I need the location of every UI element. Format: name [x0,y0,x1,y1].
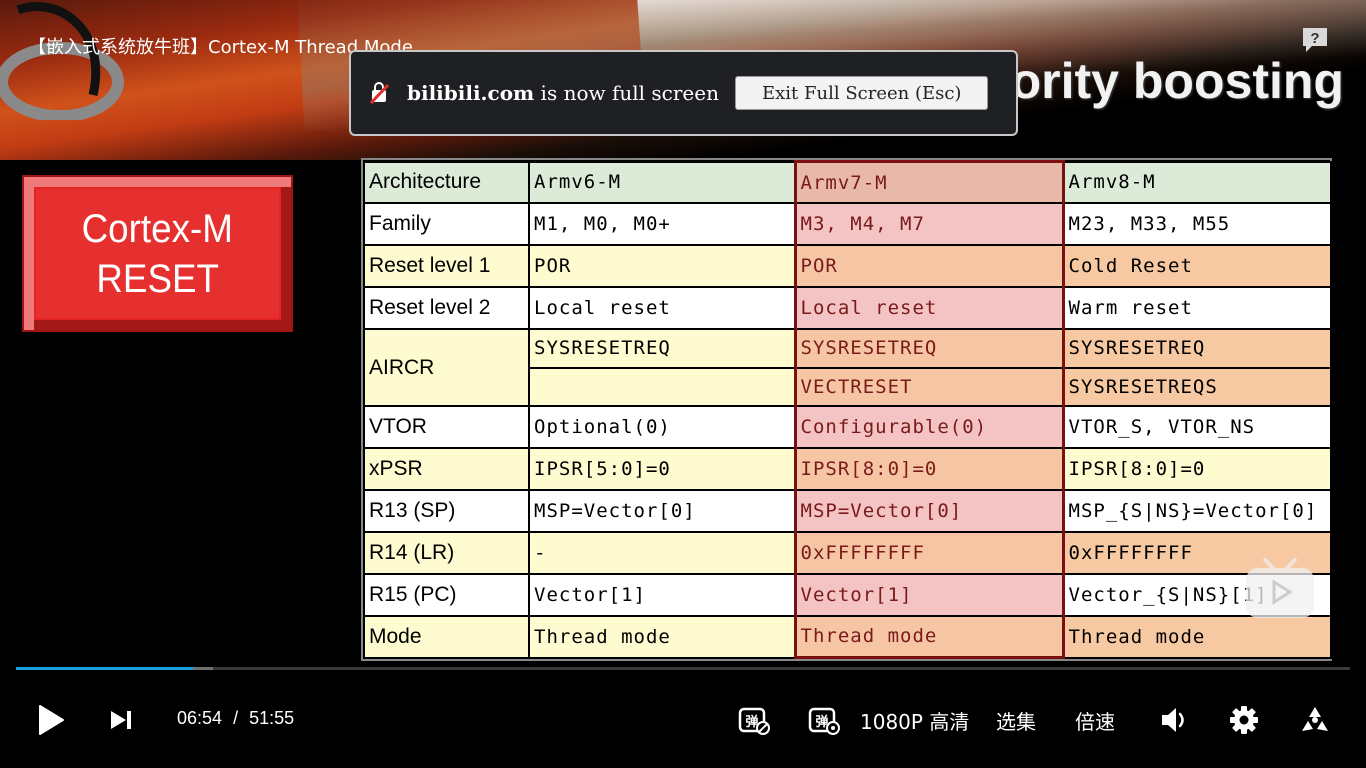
bilibili-tv-icon [1246,558,1314,618]
table-cell: VTOR_S, VTOR_NS [1062,405,1332,450]
table-cell: M3, M4, M7 [793,202,1065,247]
fullscreen-exit-notice-icon [369,82,390,104]
exit-fullscreen-button[interactable]: Exit Full Screen (Esc) [735,76,989,110]
fullscreen-button[interactable] [1298,704,1332,736]
table-row: Family M1, M0, M0+ M3, M4, M7 M23, M33, M55 [363,202,1332,247]
row-label: R14 (LR) [363,530,530,575]
row-label: Family [363,202,530,247]
row-label: Reset level 1 [363,244,530,289]
svg-text:?: ? [1310,30,1319,47]
table-cell: MSP=Vector[0] [793,488,1065,533]
table-cell: IPSR[8:0]=0 [793,447,1065,491]
table-row: R14 (LR) -0xFFFFFFFF 0xFFFFFFFF [363,530,1332,575]
table-cell: Armv7-M [793,160,1065,205]
play-icon [39,705,64,735]
help-icon[interactable]: ? [1300,26,1330,54]
comparison-table: Architecture Armv6-M Armv7-M Armv8-M Family M… [361,158,1332,661]
fullscreen-icon [1302,707,1328,731]
volume-button[interactable] [1158,704,1190,736]
table-cell: Local reset [793,286,1065,330]
table-cell: Thread mode [793,614,1065,659]
table-row: R15 (PC) Vector[1] Vector[1] Vector_{S|NS}[… [363,572,1332,617]
danmaku-toggle-button[interactable]: 弹 [736,703,772,737]
table-cell: Vector[1] [793,572,1065,617]
row-label: R15 (PC) [363,572,530,617]
table-cell: POR [793,244,1065,289]
danmaku-toggle-icon: 弹 [738,707,770,735]
duration: 51:55 [249,708,295,728]
table-cell: 0xFFFFFFFF [793,530,1065,575]
reset-line-2: RESET [96,256,219,301]
quality-selector[interactable]: 1080P 高清 [860,706,969,735]
table-cell: Vector[1] [528,572,796,617]
player-controls: 06:54 / 51:55 弹 弹 1080P 高清 选集 倍速 [0,670,1366,768]
play-button[interactable] [36,702,66,738]
reset-button-graphic: Cortex-M RESET [22,175,293,332]
table-row: Architecture Armv6-M Armv7-M Armv8-M [363,160,1332,205]
table-row: AIRCR SYSRESETREQ SYSRESETREQ SYSRESETREQ [363,327,1332,408]
next-button[interactable] [108,708,134,732]
settings-icon [1230,706,1258,734]
table-cell: Warm reset [1062,286,1332,330]
row-label: VTOR [363,405,530,450]
next-icon [111,711,131,729]
table-cell [528,366,796,408]
table-row: R13 (SP) MSP=Vector[0] MSP=Vector[0] MSP_{S… [363,488,1332,533]
current-time: 06:54 [177,708,223,728]
row-label: xPSR [363,447,530,491]
row-label: AIRCR [363,327,530,408]
table-cell: Thread mode [528,614,796,659]
table-row: Reset level 2 Local reset Local reset Warm … [363,286,1332,330]
table-row: Reset level 1 POR POR Cold Reset [363,244,1332,289]
table-cell: IPSR[8:0]=0 [1062,447,1332,491]
table-cell: Armv8-M [1062,160,1332,205]
row-label: Mode [363,614,530,659]
volume-icon [1162,708,1184,732]
episodes-button[interactable]: 选集 [996,706,1036,735]
row-label: Architecture [363,160,530,205]
table-row: VTOR Optional(0) Configurable(0) VTOR_S, VT… [363,405,1332,450]
time-display: 06:54 / 51:55 [177,708,294,729]
table-cell: Local reset [528,286,796,330]
table-row: Mode Thread mode Thread mode Thread mode [363,614,1332,659]
reset-line-1: Cortex-M [81,206,234,251]
table-cell: Cold Reset [1062,244,1332,289]
time-separator: / [233,708,239,728]
settings-button[interactable] [1228,704,1260,736]
table-cell: M23, M33, M55 [1062,202,1332,247]
logo-ring-icon [0,2,124,120]
row-label: R13 (SP) [363,488,530,533]
table-cell: SYSRESETREQ [1062,327,1332,369]
fullscreen-notice: bilibili.com is now full screen Exit Ful… [349,50,1018,136]
table-cell: Configurable(0) [793,405,1065,450]
table-cell: VECTRESET [793,366,1065,408]
table-cell: SYSRESETREQ [528,327,796,369]
row-label: Reset level 2 [363,286,530,330]
table-cell: - [528,530,796,575]
table-cell: SYSRESETREQ [793,327,1065,369]
fullscreen-message: is now full screen [534,81,719,105]
table-cell: M1, M0, M0+ [528,202,796,247]
table-cell: SYSRESETREQS [1062,366,1332,408]
table-cell: IPSR[5:0]=0 [528,447,796,491]
danmaku-settings-icon: 弹 [808,707,840,735]
table-cell: Armv6-M [528,160,796,205]
fullscreen-domain: bilibili.com [407,81,535,105]
table-cell: Optional(0) [528,405,796,450]
table-cell: POR [528,244,796,289]
table-cell: MSP=Vector[0] [528,488,796,533]
table-row: xPSR IPSR[5:0]=0 IPSR[8:0]=0 IPSR[8:0]=0 [363,447,1332,491]
speed-button[interactable]: 倍速 [1075,706,1115,735]
table-cell: MSP_{S|NS}=Vector[0] [1062,488,1332,533]
danmaku-settings-button[interactable]: 弹 [806,703,842,737]
